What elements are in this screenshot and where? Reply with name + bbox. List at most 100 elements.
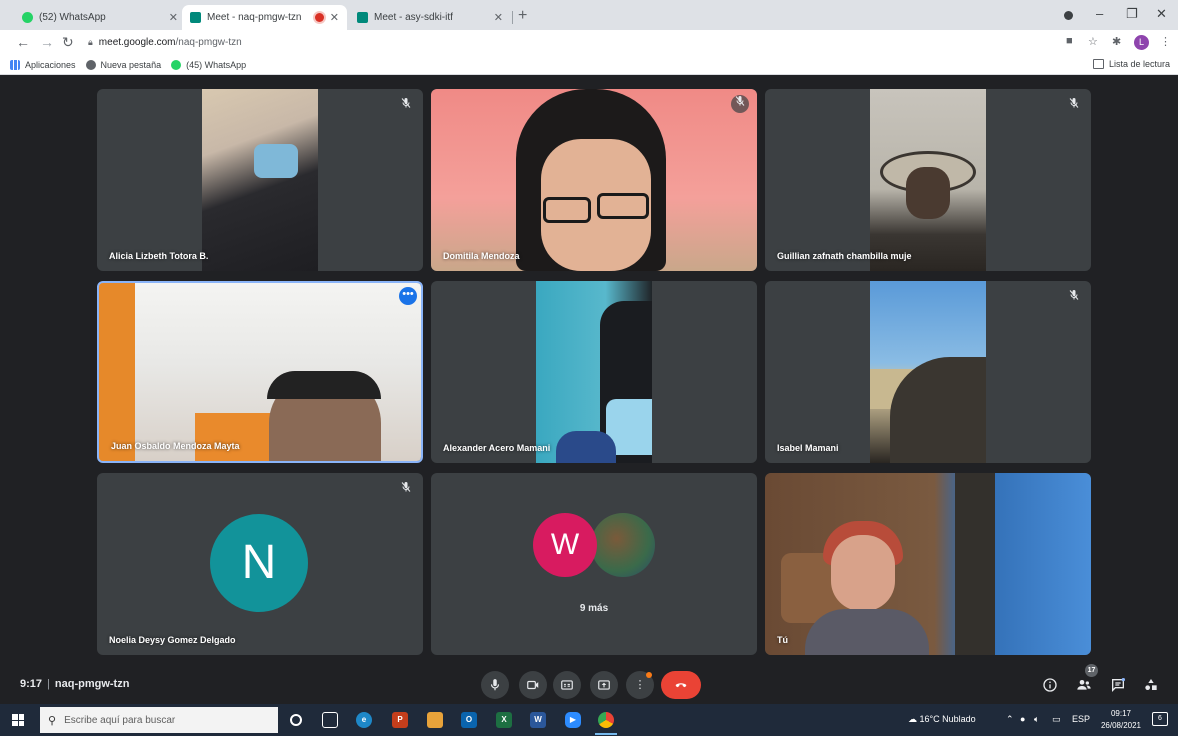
word-icon[interactable]: W: [530, 712, 546, 728]
language-indicator[interactable]: ESP: [1072, 714, 1090, 724]
participant-video: [99, 283, 421, 461]
windows-start-icon[interactable]: [12, 714, 24, 726]
taskbar-clock[interactable]: 09:17 26/08/2021: [1096, 708, 1146, 732]
back-icon[interactable]: ←: [16, 34, 30, 50]
tab-title: Meet - naq-pmgw-tzn: [207, 12, 302, 23]
star-icon[interactable]: ☆: [1088, 35, 1098, 48]
participant-tile[interactable]: Domitila Mendoza: [431, 89, 757, 271]
chat-icon[interactable]: [1110, 677, 1126, 696]
bookmark-apps[interactable]: Aplicaciones: [10, 59, 76, 70]
microphone-tray-icon[interactable]: ●: [1020, 714, 1025, 724]
cloud-icon: ☁: [908, 714, 917, 724]
search-placeholder: Escribe aquí para buscar: [64, 714, 176, 726]
volume-icon[interactable]: 🔈︎: [1034, 714, 1039, 725]
bookmark-new-tab[interactable]: Nueva pestaña: [85, 59, 161, 70]
participant-avatar-photo: [591, 513, 655, 577]
participant-name: Tú: [777, 635, 788, 645]
maximize-button[interactable]: ❐: [1126, 6, 1138, 22]
clock-time: 09:17: [1110, 709, 1132, 718]
zoom-icon[interactable]: ▶: [565, 712, 581, 728]
powerpoint-icon[interactable]: P: [392, 712, 408, 728]
tab-meet-naq[interactable]: Meet - naq-pmgw-tzn ✕: [182, 5, 347, 30]
participant-tile[interactable]: Alexander Acero Mamani: [431, 281, 757, 463]
tray-overflow-icon[interactable]: ⌃: [1006, 714, 1014, 725]
weather-widget[interactable]: ☁ 16°C Nublado: [908, 714, 976, 725]
screen: (52) WhatsApp ✕ Meet - naq-pmgw-tzn ✕ Me…: [0, 0, 1178, 736]
camera-button[interactable]: [519, 671, 547, 699]
recording-indicator-icon: [314, 13, 324, 22]
participant-video: [431, 89, 757, 271]
close-tab-icon[interactable]: ✕: [330, 11, 339, 24]
meeting-code: naq-pmgw-tzn: [54, 678, 130, 690]
participant-tile[interactable]: N Noelia Deysy Gomez Delgado: [97, 473, 423, 655]
muted-mic-icon: [1067, 97, 1081, 111]
bookmark-whatsapp[interactable]: (45) WhatsApp: [171, 59, 246, 70]
muted-mic-icon: [399, 481, 413, 495]
edge-icon[interactable]: e: [356, 712, 372, 728]
close-tab-icon[interactable]: ✕: [494, 11, 503, 24]
search-icon: ⚲: [48, 714, 57, 727]
address-bar: ← → ↻ 🔒︎ meet.google.com/naq-pmgw-tzn ■ …: [0, 30, 1178, 55]
participant-tile-active-speaker[interactable]: ••• Juan Osbaldo Mendoza Mayta: [97, 281, 423, 463]
network-icon[interactable]: ▭: [1052, 714, 1061, 725]
whatsapp-icon: [22, 12, 33, 23]
more-vert-icon: ⋮: [634, 679, 646, 691]
microphone-button[interactable]: [481, 671, 509, 699]
activities-icon[interactable]: [1143, 677, 1159, 696]
participant-tile[interactable]: Isabel Mamani: [765, 281, 1091, 463]
participant-tile[interactable]: Alicia Lizbeth Totora B.: [97, 89, 423, 271]
participant-shirt: [556, 431, 616, 463]
camera-indicator-icon[interactable]: ■: [1066, 35, 1073, 47]
participant-name: Alexander Acero Mamani: [443, 443, 551, 453]
face-mask: [254, 144, 298, 178]
tab-whatsapp[interactable]: (52) WhatsApp ✕: [14, 5, 186, 30]
menu-icon[interactable]: ⋮: [1160, 35, 1171, 48]
globe-icon: [85, 59, 96, 70]
excel-icon[interactable]: X: [496, 712, 512, 728]
cortana-icon[interactable]: [290, 714, 302, 726]
forward-icon[interactable]: →: [40, 34, 54, 50]
reload-icon[interactable]: ↻: [62, 34, 74, 51]
file-explorer-icon[interactable]: [427, 712, 443, 728]
more-participants-tile[interactable]: W 9 más: [431, 473, 757, 655]
participant-tile[interactable]: Guillian zafnath chambilla muje: [765, 89, 1091, 271]
weather-text: 16°C Nublado: [919, 714, 976, 724]
wall-orange-left: [99, 283, 135, 461]
people-icon[interactable]: [1076, 677, 1092, 696]
browser-account-icon[interactable]: [1064, 8, 1073, 23]
task-view-icon[interactable]: [322, 712, 338, 728]
reading-list-button[interactable]: Lista de lectura: [1092, 59, 1170, 69]
more-options-button[interactable]: ⋮: [626, 671, 654, 699]
close-window-button[interactable]: ✕: [1156, 6, 1167, 22]
chrome-icon[interactable]: [595, 712, 617, 735]
extensions-icon[interactable]: ✱: [1112, 35, 1121, 48]
participant-shirt: [805, 609, 929, 655]
reading-list-label: Lista de lectura: [1108, 59, 1170, 69]
profile-avatar[interactable]: L: [1134, 35, 1149, 50]
participant-video: [202, 89, 318, 271]
captions-button[interactable]: [553, 671, 581, 699]
more-options-icon[interactable]: •••: [399, 287, 417, 305]
url-field[interactable]: 🔒︎ meet.google.com/naq-pmgw-tzn: [88, 33, 1038, 52]
participant-avatar: N: [210, 514, 308, 612]
minimize-button[interactable]: –: [1096, 6, 1103, 21]
captions-icon: [561, 680, 573, 690]
new-tab-button[interactable]: +: [518, 7, 527, 25]
taskbar-search-box[interactable]: ⚲ Escribe aquí para buscar: [40, 707, 278, 733]
self-view-tile[interactable]: Tú: [765, 473, 1091, 655]
hang-up-icon: [675, 683, 687, 688]
meeting-info: 9:17 | naq-pmgw-tzn: [20, 678, 130, 690]
close-tab-icon[interactable]: ✕: [169, 11, 178, 24]
tab-meet-asy[interactable]: Meet - asy-sdki-itf ✕: [349, 5, 511, 30]
reading-list-icon: [1092, 59, 1104, 69]
browser-tab-bar: (52) WhatsApp ✕ Meet - naq-pmgw-tzn ✕ Me…: [0, 0, 1178, 30]
google-meet-icon: [190, 12, 201, 23]
notification-center-icon[interactable]: 6: [1152, 712, 1168, 726]
outlook-icon[interactable]: O: [461, 712, 477, 728]
more-participants-count: 9 más: [579, 603, 609, 614]
present-screen-button[interactable]: [590, 671, 618, 699]
leave-call-button[interactable]: [661, 671, 701, 699]
participant-name: Noelia Deysy Gomez Delgado: [109, 635, 236, 645]
meeting-details-icon[interactable]: [1042, 677, 1058, 696]
clock-date: 26/08/2021: [1100, 721, 1142, 730]
